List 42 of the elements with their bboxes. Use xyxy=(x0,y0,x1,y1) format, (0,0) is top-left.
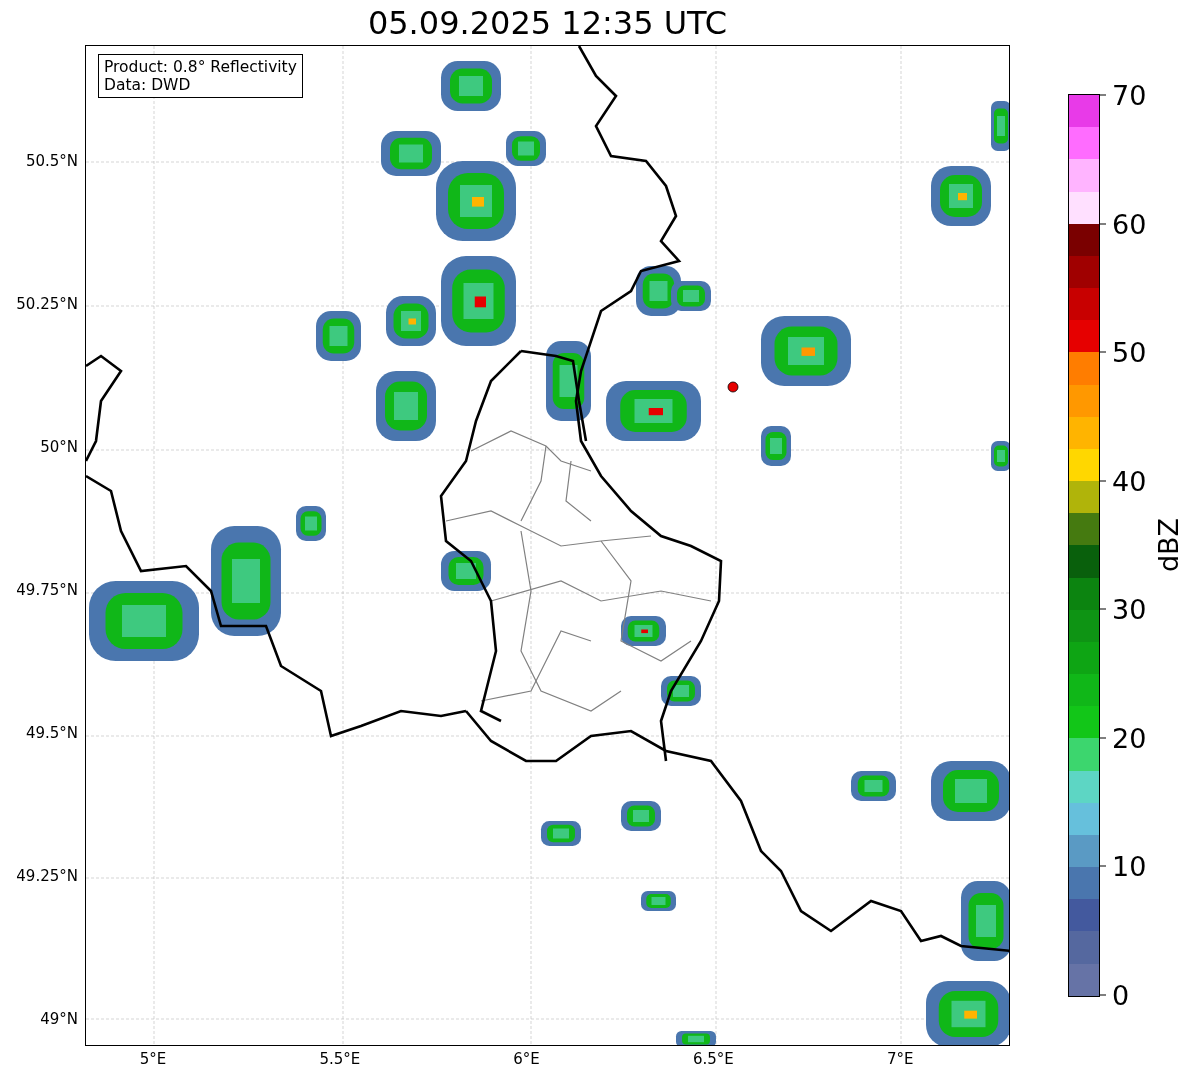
axis-tick-label: 49.5°N xyxy=(25,724,78,742)
radar-echo xyxy=(441,551,491,591)
radar-echo xyxy=(621,801,661,831)
axis-tick-label: 7°E xyxy=(886,1050,914,1068)
axis-tick-label: 50°N xyxy=(40,438,78,456)
axis-tick-label: 6°E xyxy=(513,1050,540,1068)
axis-tick-label: 5°E xyxy=(139,1050,167,1068)
axis-tick-label: 6.5°E xyxy=(692,1050,734,1068)
axis-tick-label: 49.75°N xyxy=(16,581,78,599)
radar-echo xyxy=(676,1031,716,1045)
chart-title: 05.09.2025 12:35 UTC xyxy=(366,3,729,43)
axis-tick-label: 49.25°N xyxy=(16,867,78,885)
radar-echo xyxy=(991,101,1009,151)
colorbar-tick-label: 10 xyxy=(1112,850,1147,882)
colorbar-tick-label: 50 xyxy=(1112,336,1147,368)
colorbar-label: dBZ xyxy=(1152,517,1184,573)
legend-text: Product: 0.8° Reflectivity xyxy=(104,58,297,76)
radar-echo xyxy=(761,426,791,466)
axis-tick-label: 50.5°N xyxy=(25,152,78,170)
axis-tick-label: 5.5°E xyxy=(319,1050,361,1068)
radar-echo xyxy=(386,296,436,346)
radar-echo xyxy=(316,311,361,361)
colorbar-tick-label: 20 xyxy=(1112,722,1147,754)
location-marker xyxy=(727,381,739,393)
colorbar-tick-label: 30 xyxy=(1112,593,1147,625)
radar-echo xyxy=(931,166,991,226)
colorbar-tick-label: 60 xyxy=(1112,208,1147,240)
colorbar-tick-label: 40 xyxy=(1112,465,1147,497)
radar-echo xyxy=(376,371,436,441)
radar-echo xyxy=(296,506,326,541)
legend-text: Data: DWD xyxy=(104,76,192,94)
radar-echo xyxy=(541,821,581,846)
radar-echo xyxy=(621,616,666,646)
axis-tick-label: 50.25°N xyxy=(16,295,78,313)
radar-echo xyxy=(661,676,701,706)
radar-echo xyxy=(991,441,1009,471)
radar-echo xyxy=(851,771,896,801)
axis-tick-label: 49°N xyxy=(40,1010,78,1028)
radar-echo xyxy=(641,891,676,911)
colorbar-tick-label: 0 xyxy=(1112,979,1130,1011)
radar-echo xyxy=(441,61,501,111)
colorbar-tick-label: 70 xyxy=(1112,79,1147,111)
